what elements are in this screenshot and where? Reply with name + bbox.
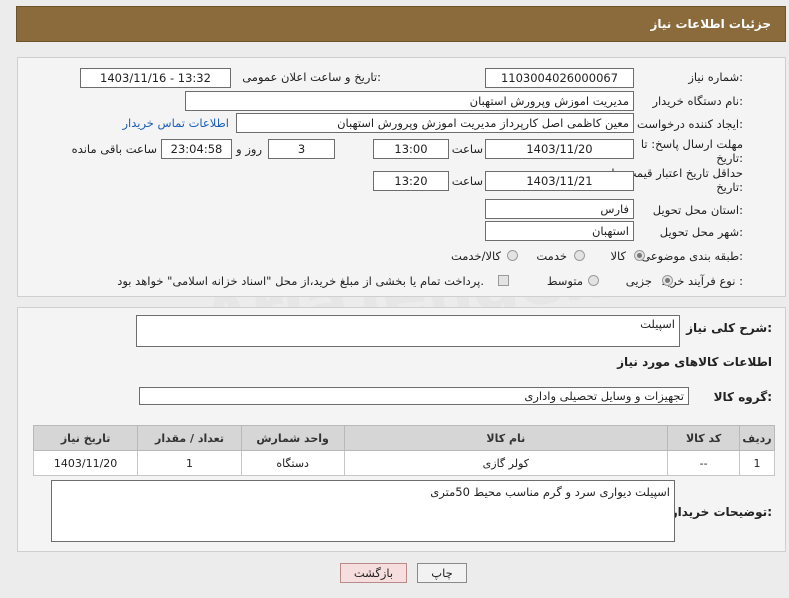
- deadline-date-field: 1403/11/20: [485, 139, 634, 159]
- buyer-label: نام دستگاه خریدار:: [652, 94, 743, 108]
- process-option-medium: متوسط: [546, 274, 583, 288]
- city-label: شهر محل تحویل:: [659, 225, 743, 239]
- buyer-contact-link[interactable]: اطلاعات تماس خریدار: [122, 116, 229, 130]
- page-title: جزئیات اطلاعات نیاز: [650, 17, 771, 31]
- cell-need-date: 1403/11/20: [32, 450, 139, 476]
- cell-goods-name: کولر گازی: [343, 450, 669, 476]
- header-quantity: تعداد / مقدار: [137, 425, 242, 451]
- print-button[interactable]: چاپ: [417, 563, 467, 583]
- cell-goods-code: --: [667, 450, 741, 476]
- process-label: نوع فرآیند خرید :: [661, 274, 743, 288]
- creator-field: معین کاظمی اصل کارپرداز مدیریت اموزش وپر…: [236, 113, 634, 133]
- city-field: استهبان: [485, 221, 634, 241]
- header-goods-code: کد کالا: [667, 425, 741, 451]
- deadline-time-label: ساعت: [451, 142, 483, 156]
- days-label: روز و: [236, 142, 262, 156]
- process-option-minor: جزیی: [625, 274, 652, 288]
- buyer-notes-field: اسپیلت دیواری سرد و گرم مناسب محیط 50متر…: [51, 480, 675, 542]
- announce-label: تاریخ و ساعت اعلان عمومی:: [242, 70, 381, 84]
- province-label: استان محل تحویل:: [652, 203, 743, 217]
- header-need-date: تاریخ نیاز: [32, 425, 139, 451]
- validity-time-field: 13:20: [373, 171, 449, 191]
- process-radio-minor[interactable]: [662, 275, 673, 286]
- goods-group-label: گروه کالا:: [713, 390, 772, 404]
- category-option-goods: کالا: [610, 249, 626, 263]
- cell-row-number: 1: [739, 450, 775, 476]
- category-label: طبقه بندی موضوعی:: [641, 249, 743, 263]
- creator-label: ایجاد کننده درخواست:: [637, 117, 743, 131]
- table-header-row: ردیف کد کالا نام کالا واحد شمارش تعداد /…: [32, 425, 775, 451]
- table-row: 1 -- کولر گازی دستگاه 1 1403/11/20: [32, 450, 775, 476]
- back-button[interactable]: بازگشت: [340, 563, 407, 583]
- process-radio-medium[interactable]: [588, 275, 599, 286]
- need-number-field: 1103004026000067: [485, 68, 634, 88]
- category-radio-goods[interactable]: [634, 250, 645, 261]
- need-description-field: اسپیلت: [136, 315, 680, 347]
- deadline-label: مهلت ارسال پاسخ: تا تاریخ:: [640, 137, 743, 165]
- validity-date-field: 1403/11/21: [485, 171, 634, 191]
- payment-text: پرداخت تمام یا بخشی از مبلغ خرید،از محل …: [117, 274, 484, 288]
- header-goods-name: نام کالا: [343, 425, 669, 451]
- cell-quantity: 1: [137, 450, 242, 476]
- cell-unit: دستگاه: [240, 450, 345, 476]
- buyer-field: مدیریت اموزش وپرورش استهبان: [185, 91, 634, 111]
- province-field: فارس: [485, 199, 634, 219]
- remaining-label: ساعت باقی مانده: [71, 142, 157, 156]
- category-option-goods-service: کالا/خدمت: [450, 249, 501, 263]
- goods-info-title: اطلاعات کالاهای مورد نیاز: [617, 355, 772, 369]
- need-description-label: شرح کلی نیاز:: [686, 321, 772, 335]
- category-option-service: خدمت: [536, 249, 567, 263]
- header-unit: واحد شمارش: [240, 425, 345, 451]
- goods-table: ردیف کد کالا نام کالا واحد شمارش تعداد /…: [32, 425, 775, 476]
- days-field: 3: [268, 139, 335, 159]
- announce-field: 1403/11/16 - 13:32: [80, 68, 231, 88]
- buyer-notes-label: توضیحات خریدار:: [670, 505, 772, 519]
- payment-checkbox[interactable]: [498, 275, 509, 286]
- deadline-time-field: 13:00: [373, 139, 449, 159]
- remaining-time-field: 23:04:58: [161, 139, 232, 159]
- goods-group-field: تجهیزات و وسایل تحصیلی واداری: [139, 387, 689, 405]
- need-number-label: شماره نیاز:: [688, 70, 743, 84]
- category-radio-goods-service[interactable]: [507, 250, 518, 261]
- header-row-number: ردیف: [739, 425, 775, 451]
- validity-time-label: ساعت: [451, 174, 483, 188]
- category-radio-service[interactable]: [574, 250, 585, 261]
- page-header: جزئیات اطلاعات نیاز: [16, 6, 786, 42]
